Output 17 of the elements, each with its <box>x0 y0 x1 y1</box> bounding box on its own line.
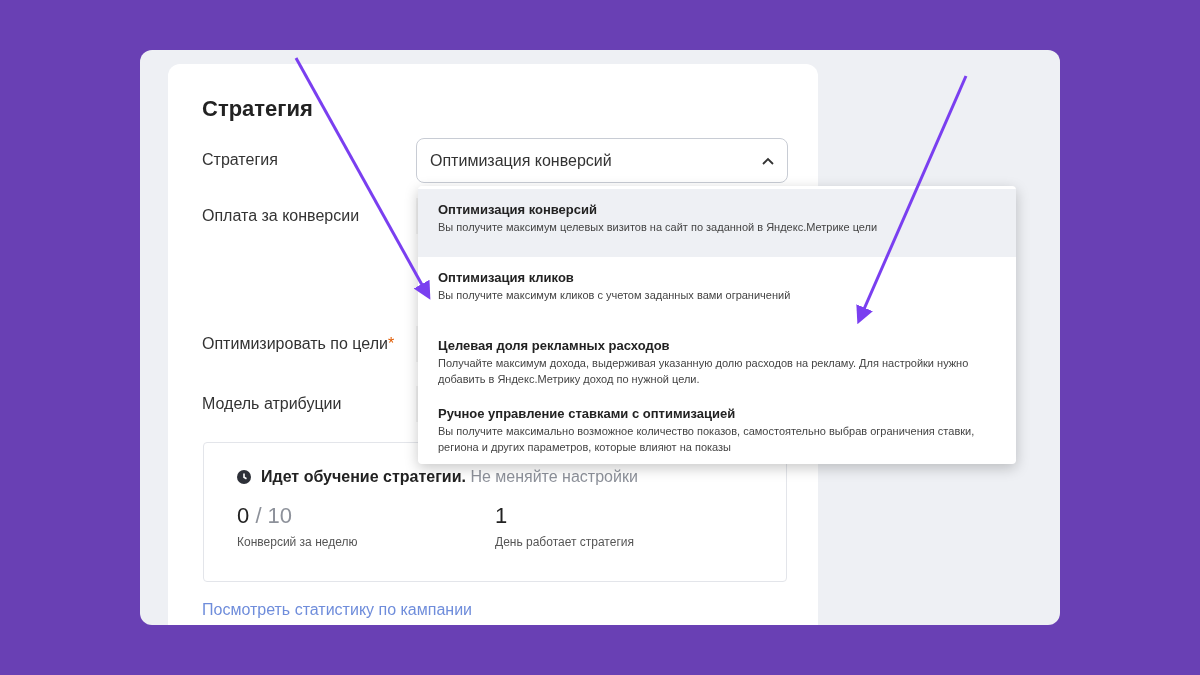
section-heading: Стратегия <box>202 95 314 123</box>
stat-caption: Конверсий за неделю <box>237 534 358 551</box>
stat-value: 1 <box>495 503 508 529</box>
dropdown-option[interactable]: Целевая доля рекламных расходов Получайте максимум дохода, выдерживая указанную долю расходов на рекламу. Для настройки нужно добавить в Яндекс.Метрику доход по нужной цели. <box>418 325 1016 393</box>
field-label: Стратегия <box>202 150 279 170</box>
field-label: Оплата за конверсии <box>202 206 361 226</box>
clock-icon <box>237 470 251 484</box>
learning-message: Идет обучение стратегии. Не меняйте настройки <box>261 467 638 487</box>
strategy-select[interactable]: Оптимизация конверсий <box>416 138 788 183</box>
stat-caption: День работает стратегия <box>495 534 634 551</box>
dropdown-option[interactable]: Ручное управление ставками с оптимизацией Вы получите максимально возможное количество показов, самостоятельно выбрав ограничения ставки, региона и других параметров, которые влияют на показы <box>418 393 1016 461</box>
dropdown-option[interactable]: Оптимизация конверсий Вы получите максимум целевых визитов на сайт по заданной в Яндекс.Метрике цели <box>418 189 1016 257</box>
chevron-up-icon <box>762 156 774 165</box>
stat-value: 0 / 10 <box>237 503 293 529</box>
field-label: Модель атрибуции <box>202 394 343 414</box>
field-label: Оптимизировать по цели* <box>202 334 396 354</box>
dropdown-option[interactable]: Оптимизация кликов Вы получите максимум кликов с учетом заданных вами ограничений <box>418 257 1016 325</box>
